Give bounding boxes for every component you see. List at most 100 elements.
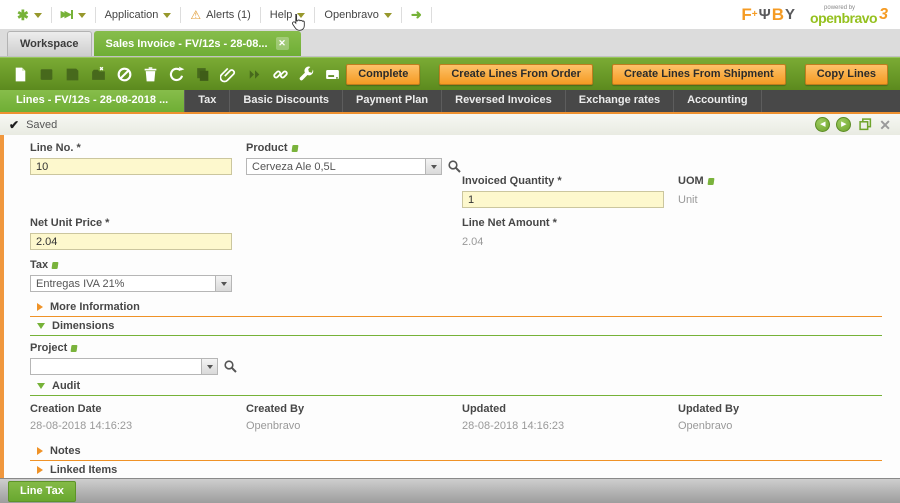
audit-created-by: Created By Openbravo: [246, 403, 462, 432]
project-search-button[interactable]: [223, 359, 238, 374]
refresh-icon: [168, 66, 185, 83]
close-form-button[interactable]: ✕: [879, 118, 891, 132]
create-lines-from-shipment-button[interactable]: Create Lines From Shipment: [612, 64, 786, 85]
openbravo-wordmark: openbravo: [810, 11, 877, 25]
cancel-button[interactable]: [112, 61, 137, 87]
product-search-button[interactable]: [447, 159, 462, 174]
section-more-information-header[interactable]: More Information: [30, 298, 882, 316]
logout-icon: ➜: [411, 8, 422, 21]
previous-record-button[interactable]: ◀: [815, 117, 830, 132]
invoiced-quantity-input[interactable]: [462, 191, 664, 208]
delete-button[interactable]: [138, 61, 163, 87]
project-dropdown-button[interactable]: [202, 358, 218, 375]
save-icon: [64, 66, 81, 83]
section-audit-header[interactable]: Audit: [30, 377, 882, 395]
logo-plus: +: [752, 9, 758, 20]
subtab-tax[interactable]: Tax: [185, 90, 230, 112]
link-out-icon: [52, 262, 59, 269]
toolbar: Complete Create Lines From Order Create …: [0, 57, 900, 90]
user-menu-label: Openbravo: [324, 9, 378, 21]
search-icon: [447, 159, 462, 174]
collapsed-arrow-icon: [37, 447, 43, 455]
audit-creation-date: Creation Date 28-08-2018 14:16:23: [30, 403, 246, 432]
chevron-down-icon: [207, 365, 213, 369]
openbravo-logo: powered by openbravo 3: [810, 5, 888, 25]
window-tabbar: Workspace Sales Invoice - FV/12s - 28-08…: [0, 29, 900, 57]
tab-sales-invoice[interactable]: Sales Invoice - FV/12s - 28-08... ✕: [94, 31, 301, 56]
uom-value: Unit: [678, 191, 894, 206]
form-area: Line No. * Product Cerveza Ale 0,5L Invo…: [0, 135, 900, 480]
section-dimensions-header[interactable]: Dimensions: [30, 317, 882, 335]
creation-date-label: Creation Date: [30, 403, 246, 415]
field-invoiced-quantity: Invoiced Quantity *: [462, 175, 678, 208]
subtab-accounting[interactable]: Accounting: [674, 90, 762, 112]
create-lines-from-order-button[interactable]: Create Lines From Order: [439, 64, 593, 85]
logo-letter-b: B: [772, 5, 784, 25]
copy-lines-button[interactable]: Copy Lines: [805, 64, 888, 85]
new-record-button[interactable]: [8, 61, 33, 87]
paperclip-icon: [220, 66, 237, 83]
tab-workspace[interactable]: Workspace: [7, 31, 92, 56]
chain-link-icon: [272, 66, 289, 83]
refresh-button[interactable]: [164, 61, 189, 87]
panel-icon: [324, 66, 341, 83]
tax-dropdown-button[interactable]: [216, 275, 232, 292]
subtab-reversed-invoices[interactable]: Reversed Invoices: [442, 90, 566, 112]
ban-icon: [116, 66, 133, 83]
application-menu-label: Application: [105, 9, 159, 21]
updated-by-value: Openbravo: [678, 420, 894, 432]
discard-changes-icon: [90, 66, 107, 83]
logout-button[interactable]: ➜: [402, 7, 432, 23]
maximize-form-button[interactable]: [857, 117, 873, 132]
alerts-label: Alerts (1): [206, 9, 251, 21]
link-out-icon: [291, 145, 298, 152]
section-dimensions: Dimensions: [30, 317, 882, 336]
subtab-payment-plan[interactable]: Payment Plan: [343, 90, 442, 112]
tax-combo[interactable]: Entregas IVA 21%: [30, 275, 216, 292]
window-view-button[interactable]: [320, 61, 345, 87]
project-combo[interactable]: [30, 358, 202, 375]
next-record-button[interactable]: ▶: [836, 117, 851, 132]
saved-status-label: Saved: [26, 119, 57, 131]
audit-fields: Creation Date 28-08-2018 14:16:23 Create…: [30, 403, 882, 432]
bottom-tabbar: Line Tax: [0, 478, 900, 503]
link-button[interactable]: [268, 61, 293, 87]
application-menu[interactable]: Application: [96, 7, 182, 23]
creation-date-value: 28-08-2018 14:16:23: [30, 420, 246, 432]
link-out-icon: [71, 345, 78, 352]
section-more-information: More Information: [30, 298, 882, 317]
section-dimensions-label: Dimensions: [52, 320, 114, 332]
record-statusbar: ✔ Saved ◀ ▶ ✕: [0, 112, 900, 135]
alert-icon: ⚠: [190, 9, 201, 21]
section-linked-items-header[interactable]: Linked Items: [30, 461, 882, 479]
line-no-input[interactable]: [30, 158, 232, 175]
subtab-lines[interactable]: Lines - FV/12s - 28-08-2018 ...: [0, 90, 185, 112]
tools-button[interactable]: [294, 61, 319, 87]
quick-launch-menu[interactable]: ▶▶: [52, 7, 96, 23]
wrench-icon: [298, 66, 315, 83]
help-menu[interactable]: Help: [261, 7, 316, 23]
attachment-button[interactable]: [216, 61, 241, 87]
product-combo[interactable]: Cerveza Ale 0,5L: [246, 158, 426, 175]
section-notes-header[interactable]: Notes: [30, 442, 882, 460]
chevron-down-icon: [78, 13, 86, 18]
net-unit-price-input[interactable]: [30, 233, 232, 250]
subtab-exchange-rates[interactable]: Exchange rates: [566, 90, 674, 112]
section-notes-label: Notes: [50, 445, 81, 457]
complete-button[interactable]: Complete: [346, 64, 420, 85]
favorites-menu[interactable]: ✱: [8, 7, 52, 23]
undo-button: [86, 61, 111, 87]
alerts-menu[interactable]: ⚠ Alerts (1): [181, 7, 260, 23]
field-line-net-amount: Line Net Amount * 2.04: [462, 217, 678, 250]
user-menu[interactable]: Openbravo: [315, 7, 401, 23]
subtab-basic-discounts[interactable]: Basic Discounts: [230, 90, 343, 112]
line-tax-tab[interactable]: Line Tax: [8, 481, 76, 502]
section-more-information-label: More Information: [50, 301, 140, 313]
close-tab-icon[interactable]: ✕: [276, 37, 289, 50]
dimensions-body: Project: [30, 336, 882, 377]
updated-by-label: Updated By: [678, 403, 894, 415]
branding-zone: F+ΨBY powered by openbravo 3: [741, 5, 892, 25]
product-dropdown-button[interactable]: [426, 158, 442, 175]
top-menubar: ✱ ▶▶ Application ⚠ Alerts (1) Help Openb…: [0, 0, 900, 29]
chevron-down-icon: [431, 165, 437, 169]
